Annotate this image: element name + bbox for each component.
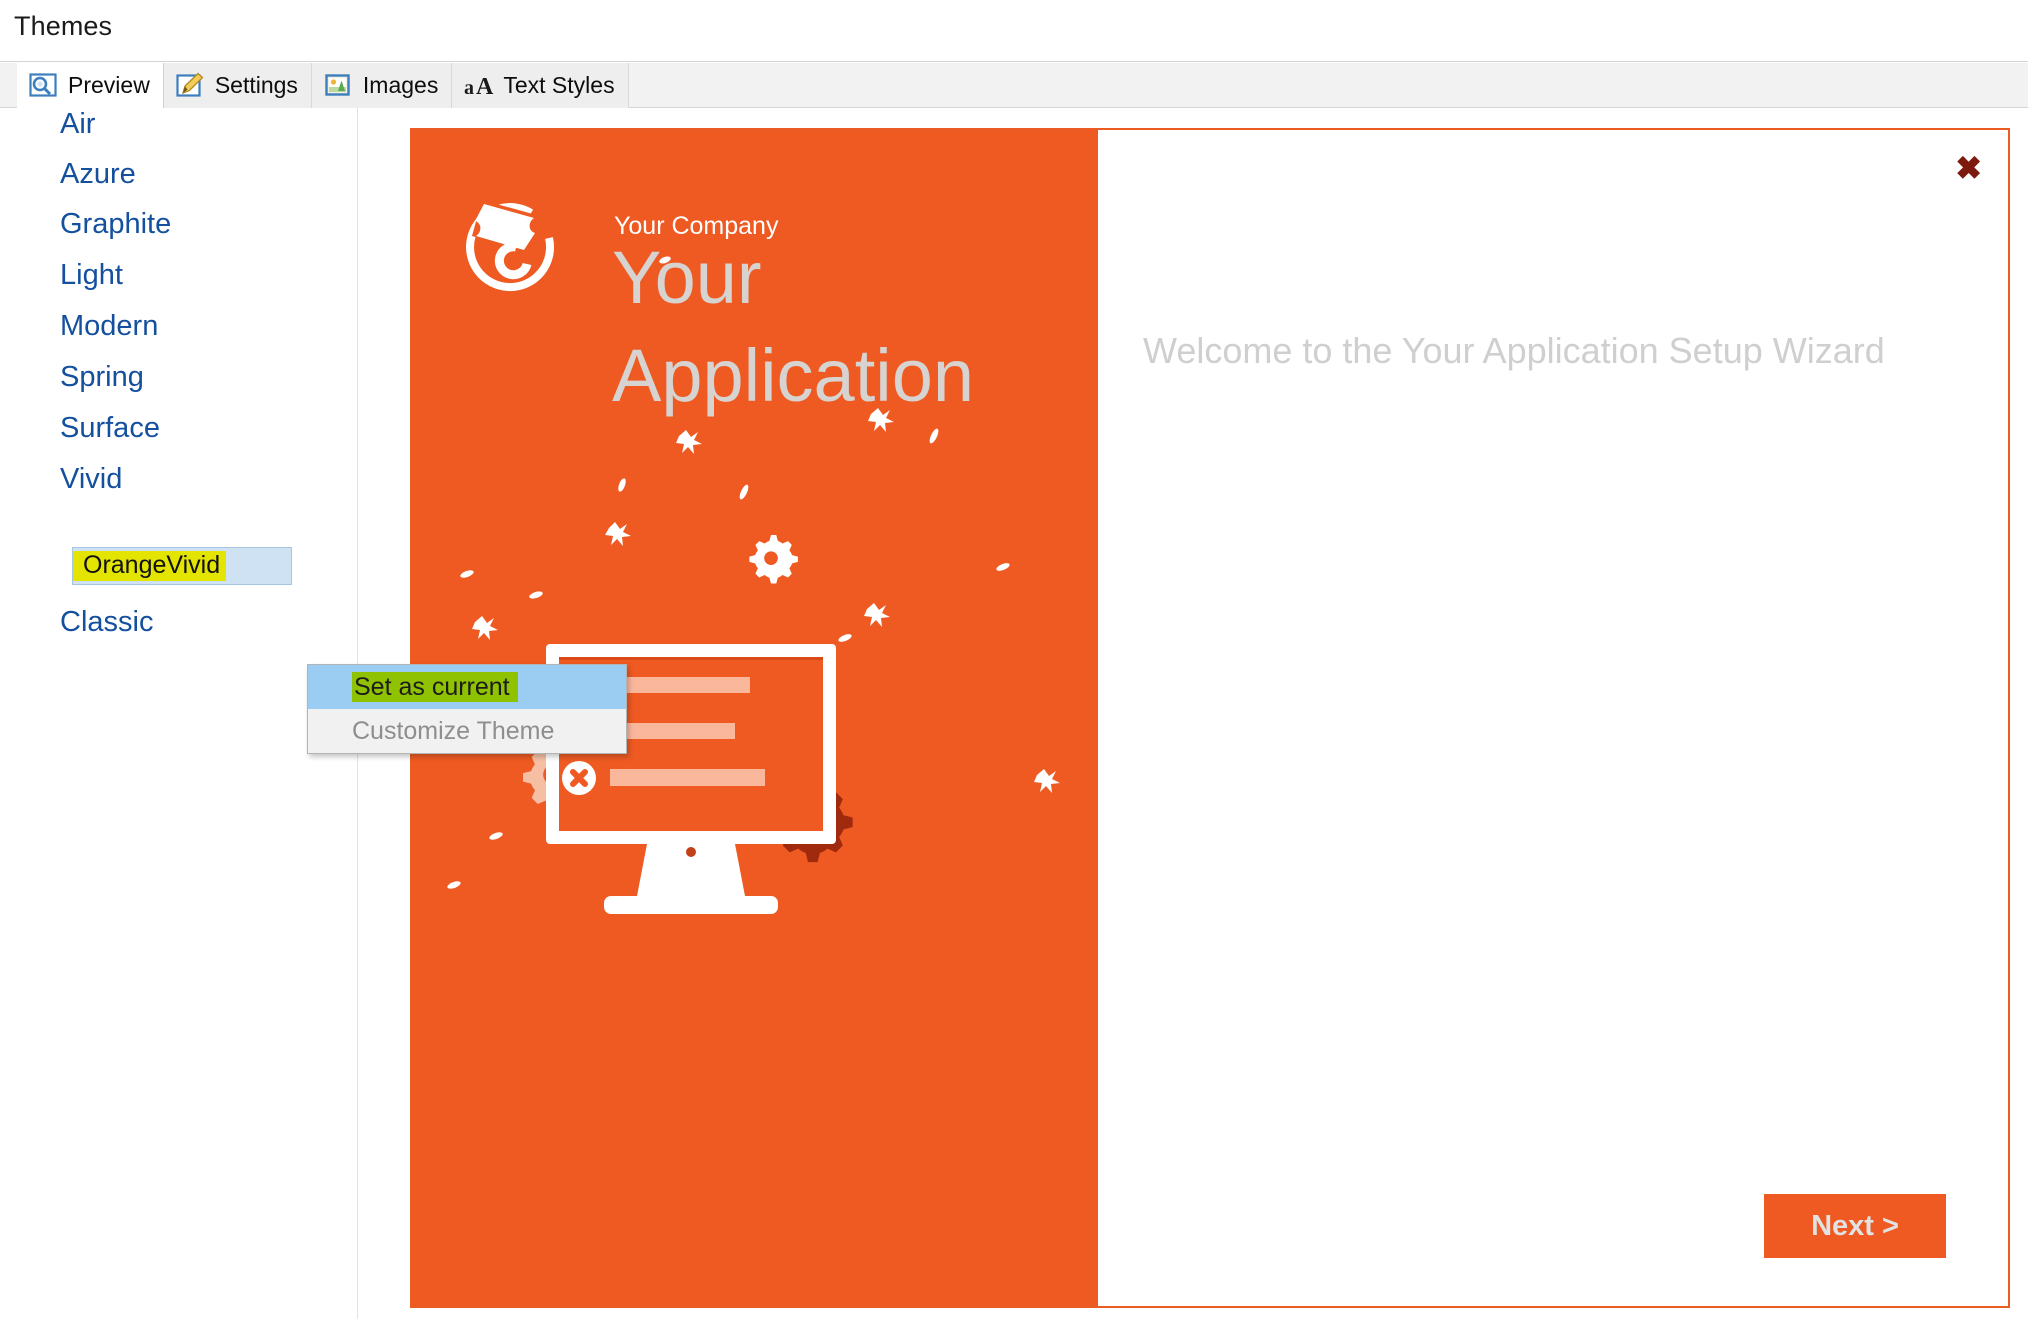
context-menu-item-set-as-current[interactable]: Set as current xyxy=(308,665,626,709)
brand-app-line-2: Application xyxy=(612,333,975,417)
wizard-welcome-text: Welcome to the Your Application Setup Wi… xyxy=(1143,330,1885,371)
tab-strip: Preview Settings Images a A Text Styles xyxy=(0,63,2028,108)
text-styles-icon: a A xyxy=(464,72,494,100)
theme-item-vivid[interactable]: Vivid xyxy=(60,463,122,496)
brand-app-line-1: Your xyxy=(612,236,762,319)
tab-label: Text Styles xyxy=(503,72,615,98)
context-menu-item-customize-theme: Customize Theme xyxy=(308,709,626,753)
theme-item-light[interactable]: Light xyxy=(60,259,123,292)
image-icon xyxy=(324,72,354,100)
main-content: Air Azure Graphite Light Modern Spring S… xyxy=(0,108,2028,1319)
close-icon[interactable]: ✖ xyxy=(1955,152,1982,184)
theme-item-spring[interactable]: Spring xyxy=(60,361,144,394)
app-logo-icon xyxy=(454,190,579,315)
theme-item-graphite[interactable]: Graphite xyxy=(60,208,171,241)
tab-label: Settings xyxy=(214,72,298,98)
svg-text:a: a xyxy=(464,77,474,99)
pencil-icon xyxy=(176,72,206,100)
theme-item-orangevivid[interactable]: OrangeVivid xyxy=(72,547,292,585)
tab-images[interactable]: Images xyxy=(311,63,453,108)
theme-item-air[interactable]: Air xyxy=(60,108,95,141)
theme-item-modern[interactable]: Modern xyxy=(60,310,158,343)
tab-text-styles[interactable]: a A Text Styles xyxy=(452,63,629,108)
theme-list: Air Azure Graphite Light Modern Spring S… xyxy=(0,108,357,1319)
context-menu-item-label: Customize Theme xyxy=(352,716,555,745)
next-button[interactable]: Next > xyxy=(1764,1194,1946,1258)
wizard-page: ✖ Welcome to the Your Application Setup … xyxy=(1098,130,2008,1306)
page-title: Themes xyxy=(14,11,113,41)
tab-preview[interactable]: Preview xyxy=(17,63,164,108)
tab-settings[interactable]: Settings xyxy=(163,63,312,108)
svg-text:A: A xyxy=(476,74,494,100)
brand-app-name: Your Application xyxy=(612,238,1072,416)
theme-item-orangevivid-label: OrangeVivid xyxy=(73,551,227,581)
theme-item-classic[interactable]: Classic xyxy=(60,606,153,639)
context-menu-item-label: Set as current xyxy=(352,671,518,703)
theme-item-surface[interactable]: Surface xyxy=(60,412,160,445)
tab-label: Images xyxy=(362,72,439,98)
tab-label: Preview xyxy=(68,72,150,98)
context-menu: Set as current Customize Theme xyxy=(307,664,627,754)
setup-illustration xyxy=(442,600,1082,1020)
theme-preview-panel: Your Company Your Application ✖ Welcome … xyxy=(410,128,2010,1308)
window-titlebar: Themes xyxy=(0,0,2028,62)
preview-icon xyxy=(29,72,59,100)
theme-item-azure[interactable]: Azure xyxy=(60,158,136,191)
